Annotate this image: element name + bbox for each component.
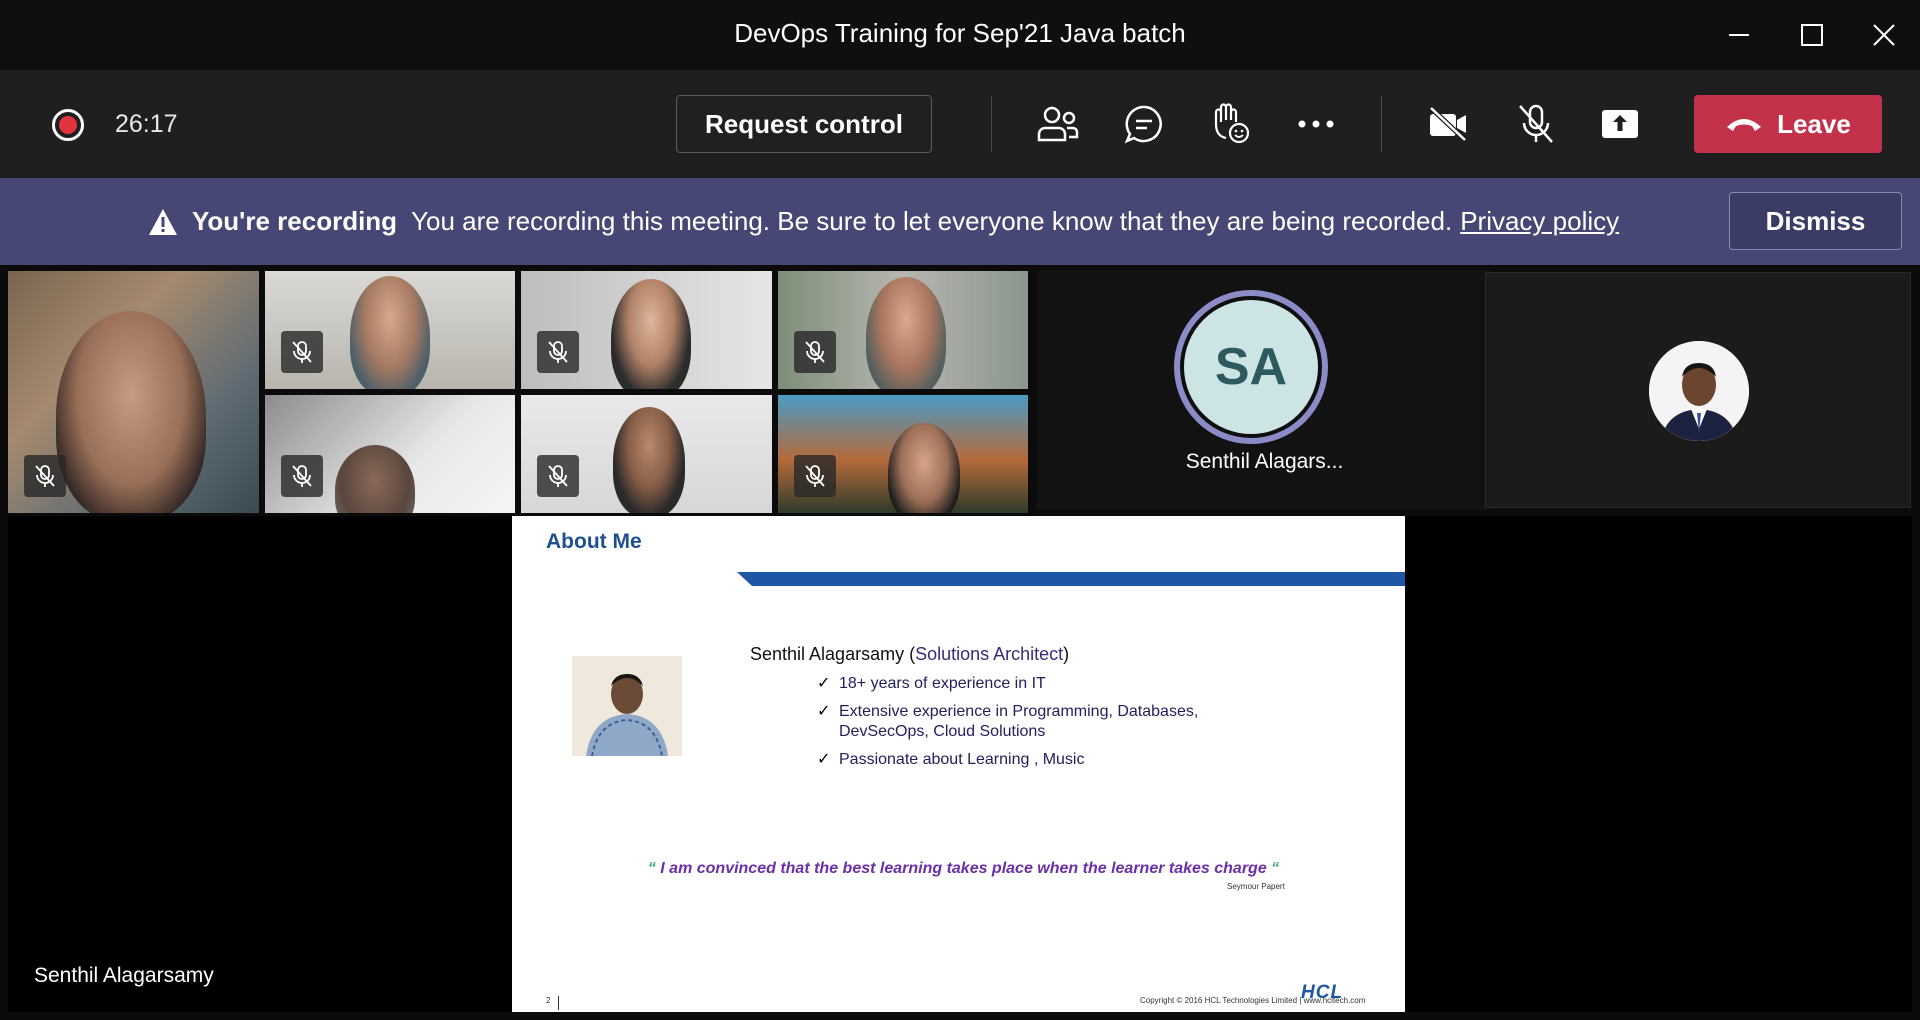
dismiss-button[interactable]: Dismiss (1729, 192, 1902, 250)
list-item-line: Extensive experience in Programming, Dat… (839, 703, 1199, 720)
request-control-button[interactable]: Request control (676, 95, 932, 153)
recording-banner: You're recording You are recording this … (0, 178, 1920, 265)
quote-open-mark: “ (647, 860, 656, 877)
raise-hand-icon (1214, 103, 1250, 144)
list-item: Passionate about Learning , Music (817, 750, 1198, 770)
recording-message: You're recording You are recording this … (148, 206, 1619, 237)
leave-button[interactable]: Leave (1694, 95, 1882, 153)
participant-video (888, 423, 960, 513)
participant-avatar-tile[interactable]: SA Senthil Alagars... (1037, 270, 1492, 510)
camera-toggle-button[interactable] (1424, 100, 1472, 148)
participant-video-tile[interactable] (265, 395, 515, 513)
meeting-toolbar: 26:17 Request control Leave (0, 70, 1920, 178)
camera-off-icon (1429, 106, 1467, 142)
quote-text: I am convinced that the best learning ta… (660, 860, 1267, 877)
recording-text: You are recording this meeting. Be sure … (411, 206, 1453, 236)
speaker-role: Solutions Architect (915, 644, 1064, 664)
hang-up-icon (1727, 119, 1762, 131)
participant-video-tile[interactable] (521, 271, 772, 389)
quote-author: Seymour Papert (1227, 882, 1285, 891)
leave-label: Leave (1777, 108, 1851, 139)
participant-video (611, 279, 691, 389)
warning-icon (149, 208, 177, 235)
experience-list: 18+ years of experience in IT Extensive … (817, 674, 1198, 778)
microphone-toggle-button[interactable] (1512, 100, 1560, 148)
participant-avatar-tile[interactable] (1485, 272, 1911, 508)
recording-indicator-icon (52, 109, 84, 141)
muted-icon (537, 455, 579, 497)
list-item-line: DevSecOps, Cloud Solutions (839, 723, 1046, 740)
chat-button[interactable] (1120, 100, 1168, 148)
window-title: DevOps Training for Sep'21 Java batch (734, 18, 1186, 48)
speaker-photo (572, 656, 682, 756)
privacy-policy-link[interactable]: Privacy policy (1460, 206, 1619, 237)
participant-video (866, 277, 946, 389)
muted-icon (794, 331, 836, 373)
minimize-icon (1729, 34, 1749, 36)
slide-title: About Me (546, 530, 642, 553)
participant-video-tile[interactable] (778, 271, 1028, 389)
close-icon (1873, 24, 1895, 46)
list-item: 18+ years of experience in IT (817, 674, 1198, 694)
reactions-button[interactable] (1206, 100, 1254, 148)
participant-video (56, 311, 206, 513)
participant-video (613, 407, 685, 513)
participant-name: Senthil Alagars... (1185, 450, 1344, 473)
presenter-name-label: Senthil Alagarsamy (34, 964, 214, 987)
shared-slide: About Me Senthil Alagarsamy (Solutions A… (512, 516, 1405, 1012)
speaker-name: Senthil Alagarsamy (Solutions Architect) (750, 644, 1069, 665)
toolbar-divider (1381, 96, 1382, 152)
more-options-button[interactable] (1292, 100, 1340, 148)
muted-icon (281, 455, 323, 497)
avatar: SA (1184, 300, 1318, 434)
participant-video (335, 445, 415, 513)
slide-header-bar (512, 572, 1405, 586)
slide-quote: “ I am convinced that the best learning … (512, 860, 1405, 878)
share-screen-button[interactable] (1596, 100, 1644, 148)
minimize-button[interactable] (1716, 12, 1762, 58)
muted-icon (794, 455, 836, 497)
more-icon (1298, 120, 1334, 128)
toolbar-divider (991, 96, 992, 152)
participant-video-tile[interactable] (8, 271, 259, 513)
people-icon (1037, 106, 1079, 142)
participant-video-tile[interactable] (778, 395, 1028, 513)
title-bar: DevOps Training for Sep'21 Java batch (0, 0, 1920, 70)
muted-icon (24, 455, 66, 497)
participant-video-tile[interactable] (265, 271, 515, 389)
close-button[interactable] (1861, 12, 1907, 58)
recording-heading: You're recording (192, 206, 398, 236)
speaker-role-close: ) (1063, 644, 1070, 664)
quote-close-mark: “ (1271, 860, 1280, 877)
speaking-ring: SA (1174, 290, 1328, 444)
speaker-name-text: Senthil Alagarsamy ( (750, 644, 916, 664)
maximize-icon (1801, 24, 1823, 46)
muted-icon (537, 331, 579, 373)
chat-icon (1124, 105, 1162, 144)
meeting-timer: 26:17 (115, 110, 178, 138)
slide-page-number: 2 (546, 996, 560, 1010)
participant-video-tile[interactable] (521, 395, 772, 513)
participants-button[interactable] (1034, 100, 1082, 148)
mic-off-icon (1519, 104, 1553, 143)
muted-icon (281, 331, 323, 373)
slide-copyright: Copyright © 2016 HCL Technologies Limite… (1140, 996, 1366, 1005)
share-tray-icon (1602, 110, 1638, 138)
participant-video (350, 276, 430, 389)
maximize-button[interactable] (1789, 12, 1835, 58)
list-item: Extensive experience in Programming, Dat… (817, 702, 1198, 742)
avatar (1649, 341, 1749, 441)
